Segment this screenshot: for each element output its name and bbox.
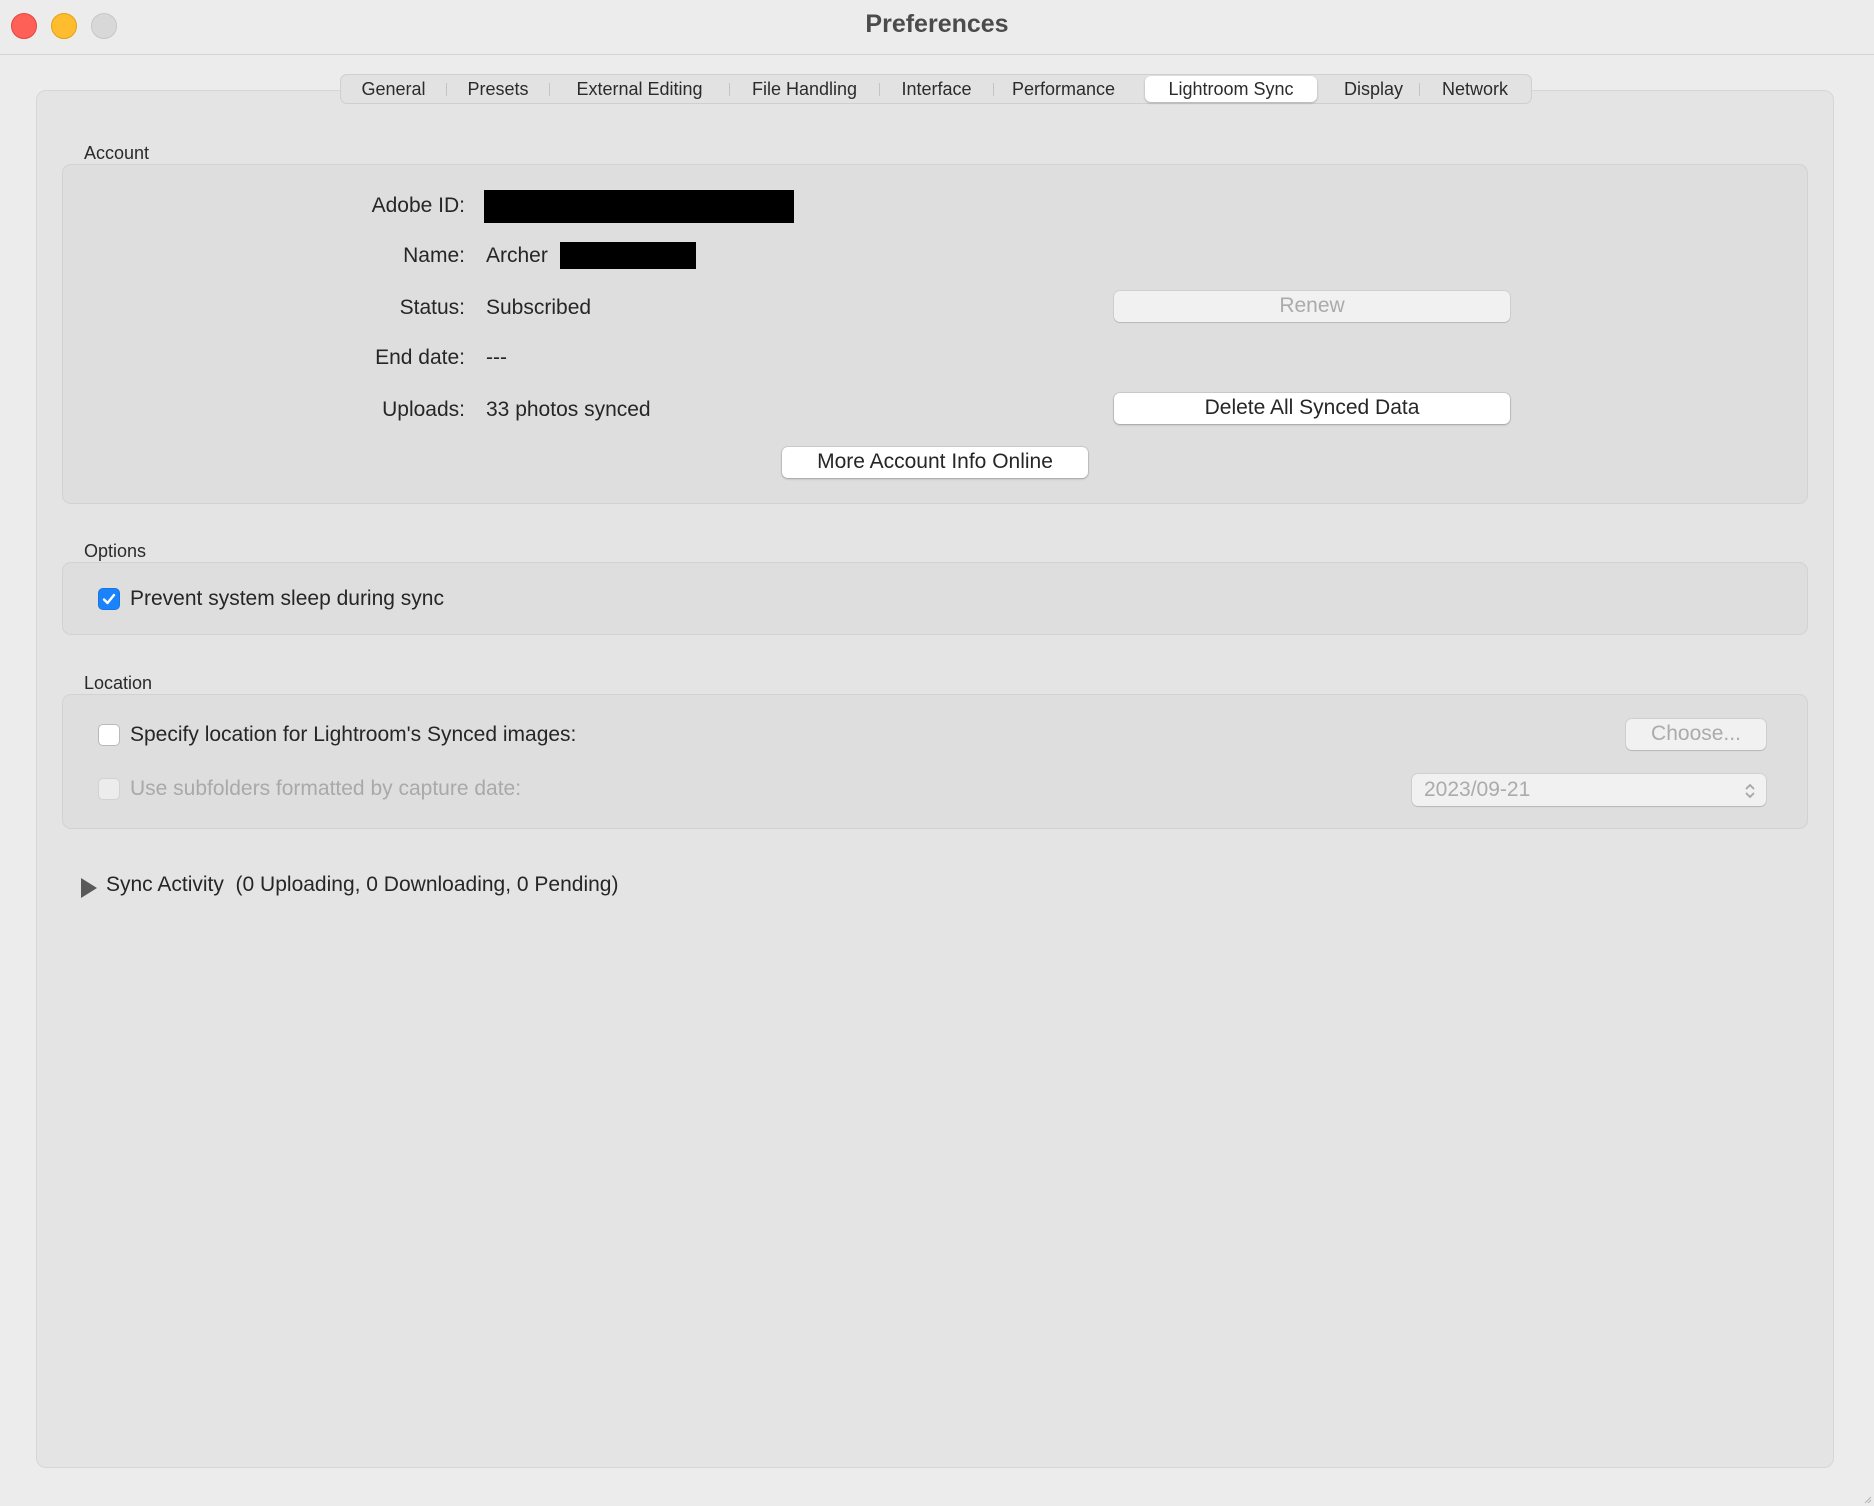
adobe-id-label: Adobe ID:	[371, 194, 465, 217]
tab-network[interactable]: Network	[1420, 75, 1530, 103]
subfolders-label: Use subfolders formatted by capture date…	[130, 777, 522, 800]
adobe-id-redacted	[484, 190, 794, 223]
specify-location-checkbox[interactable]	[98, 724, 120, 746]
tab-general[interactable]: General	[341, 75, 446, 103]
sync-activity-header[interactable]: Sync Activity (0 Uploading, 0 Downloadin…	[106, 873, 618, 897]
surname-redacted	[560, 242, 696, 269]
tab-bar: General Presets External Editing File Ha…	[340, 74, 1532, 104]
location-group	[62, 694, 1808, 829]
subfolders-checkbox	[98, 778, 120, 800]
status-value: Subscribed	[486, 296, 592, 319]
name-value: Archer	[486, 244, 548, 267]
date-format-value: 2023/09-21	[1424, 778, 1531, 801]
chevron-up-down-icon	[1745, 784, 1755, 798]
renew-button: Renew	[1114, 291, 1510, 322]
account-section-label: Account	[84, 143, 150, 163]
specify-location-label[interactable]: Specify location for Lightroom's Synced …	[130, 723, 576, 747]
tab-interface[interactable]: Interface	[880, 75, 993, 103]
tab-display[interactable]: Display	[1321, 75, 1426, 103]
choose-location-button: Choose...	[1626, 719, 1766, 750]
date-format-select: 2023/09-21	[1412, 774, 1766, 806]
location-section-label: Location	[84, 673, 153, 693]
uploads-label: Uploads:	[382, 398, 465, 421]
resize-grip-icon[interactable]	[1862, 1494, 1872, 1504]
end-date-value: ---	[486, 346, 507, 369]
checkmark-icon	[102, 593, 116, 605]
title-bar: Preferences	[0, 0, 1874, 55]
more-account-info-button[interactable]: More Account Info Online	[782, 447, 1088, 478]
sync-activity-summary: (0 Uploading, 0 Downloading, 0 Pending)	[235, 873, 619, 896]
tab-presets[interactable]: Presets	[447, 75, 549, 103]
tab-lightroom-sync[interactable]: Lightroom Sync	[1145, 76, 1317, 102]
prevent-sleep-label[interactable]: Prevent system sleep during sync	[130, 587, 444, 611]
name-label: Name:	[403, 244, 465, 267]
sync-activity-label: Sync Activity	[106, 873, 224, 896]
uploads-value: 33 photos synced	[486, 398, 651, 421]
end-date-label: End date:	[375, 346, 465, 369]
delete-all-synced-data-button[interactable]: Delete All Synced Data	[1114, 393, 1510, 424]
tab-external-editing[interactable]: External Editing	[550, 75, 729, 103]
window-title: Preferences	[865, 10, 1009, 38]
tab-file-handling[interactable]: File Handling	[730, 75, 879, 103]
disclosure-triangle-icon[interactable]	[80, 877, 98, 899]
prevent-sleep-checkbox[interactable]	[98, 588, 120, 610]
tab-performance[interactable]: Performance	[994, 75, 1133, 103]
options-section-label: Options	[84, 541, 147, 561]
status-label: Status:	[399, 296, 465, 319]
